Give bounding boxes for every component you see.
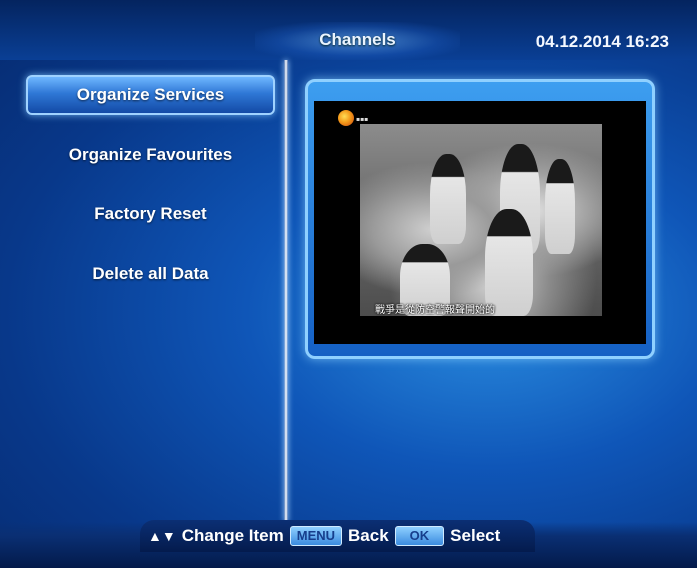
video-preview <box>360 124 602 316</box>
menu-item-organize-services[interactable]: Organize Services <box>26 75 275 115</box>
channel-logo-icon <box>338 110 354 126</box>
menu-item-label: Organize Services <box>76 85 225 104</box>
video-figure <box>545 159 575 254</box>
ok-key-button[interactable]: OK <box>394 526 445 546</box>
video-figure <box>430 154 466 244</box>
up-down-arrows-icon: ▲▼ <box>148 528 176 544</box>
menu-key-button[interactable]: MENU <box>289 526 343 546</box>
menu-item-label: Organize Favourites <box>68 145 233 164</box>
page-title: Channels <box>319 30 396 49</box>
panel-divider <box>284 60 288 522</box>
menu-item-label: Delete all Data <box>92 264 209 283</box>
hint-select: Select <box>450 526 501 545</box>
channel-logo-text: ▪▪▪ <box>356 116 369 123</box>
menu-item-organize-favourites[interactable]: Organize Favourites <box>26 135 275 175</box>
video-figure <box>485 209 533 316</box>
menu-item-delete-all-data[interactable]: Delete all Data <box>26 254 275 294</box>
menu-item-factory-reset[interactable]: Factory Reset <box>26 194 275 234</box>
key-hints: ▲▼ Change Item MENU Back OK Select <box>148 525 500 547</box>
hint-back: Back <box>348 526 389 545</box>
menu-item-label: Factory Reset <box>94 204 207 223</box>
hint-change-item: Change Item <box>181 526 284 545</box>
date-time: 04.12.2014 16:23 <box>535 32 669 51</box>
video-subtitle: 戰爭是從防空警報聲開始的 <box>375 305 495 316</box>
